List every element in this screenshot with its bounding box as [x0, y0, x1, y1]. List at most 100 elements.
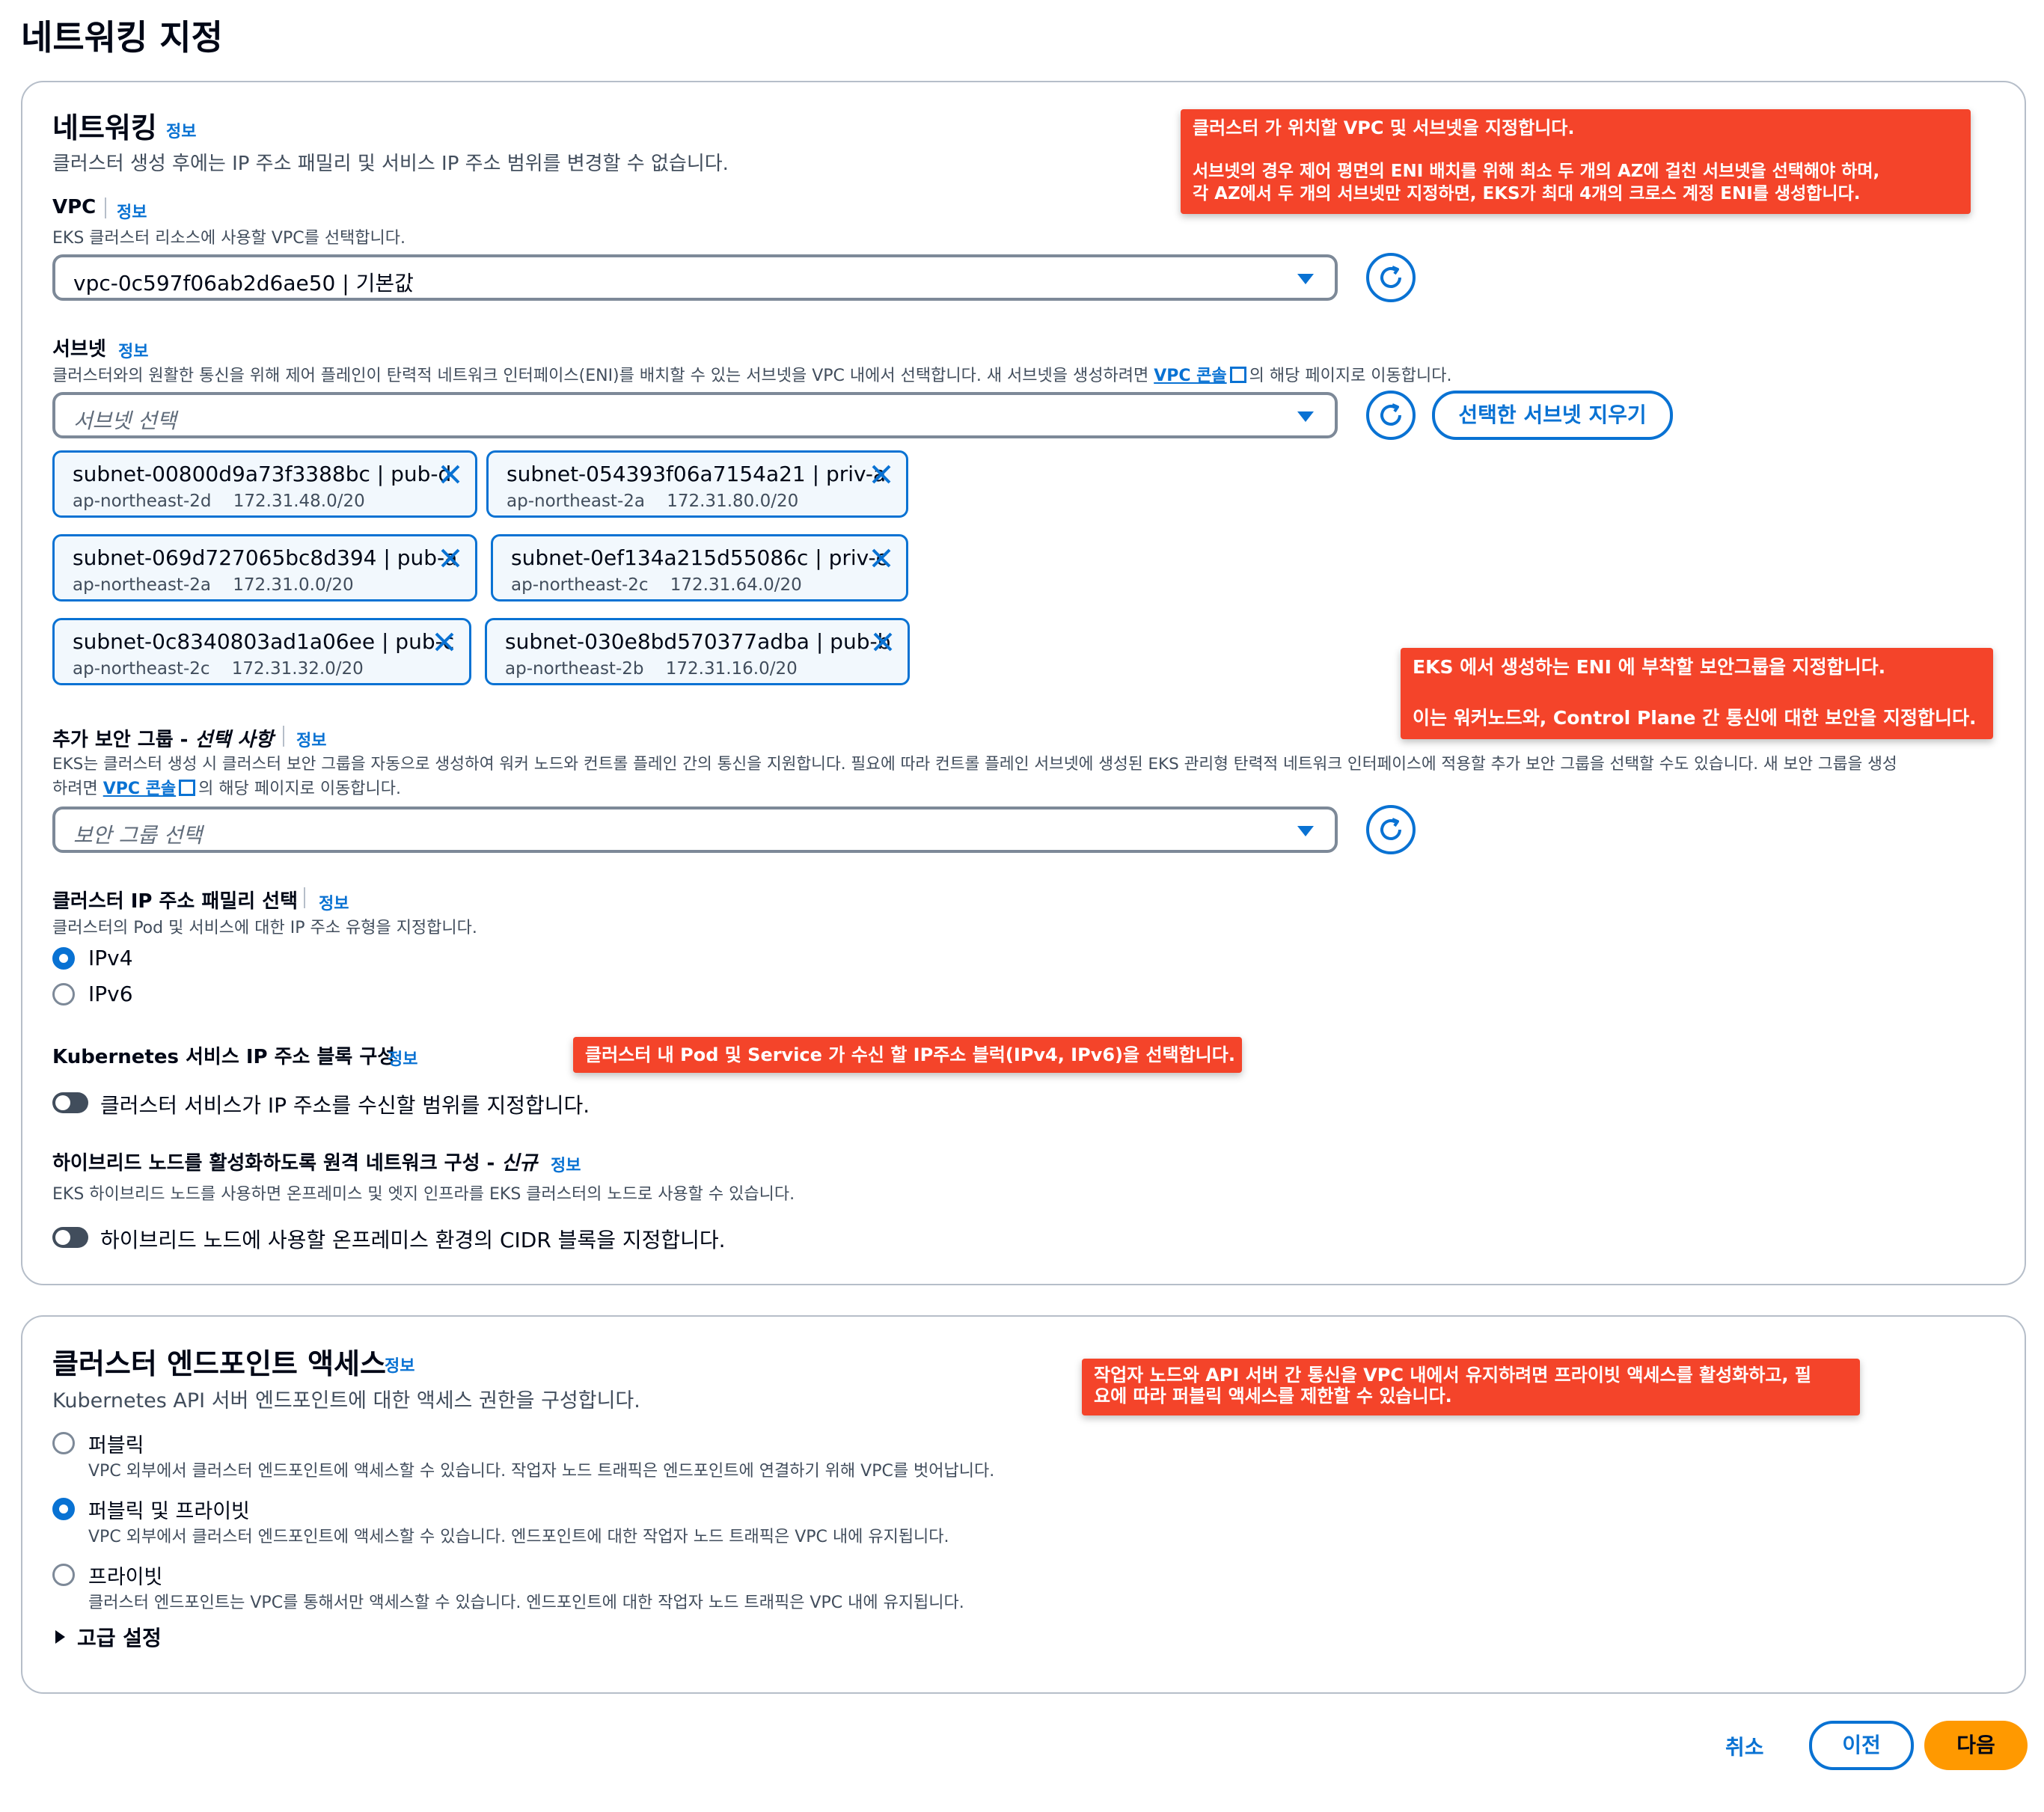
subnet-refresh-button[interactable]	[1366, 391, 1416, 440]
networking-heading: 네트워킹	[52, 111, 157, 144]
endpoint-private-radio[interactable]	[52, 1564, 75, 1586]
subnet-token-cidr: 172.31.16.0/20	[665, 659, 798, 679]
ip-family-label: 클러스터 IP 주소 패밀리 선택	[52, 890, 299, 913]
endpoint-public-description: VPC 외부에서 클러스터 엔드포인트에 액세스할 수 있습니다. 작업자 노드…	[88, 1462, 995, 1481]
external-link-icon	[179, 780, 196, 796]
subnet-token-meta: ap-northeast-2a 172.31.80.0/20	[507, 492, 798, 511]
subnet-description-tail: 의 해당 페이지로 이동합니다.	[1249, 367, 1452, 385]
refresh-icon	[1380, 818, 1401, 840]
vpc-description: EKS 클러스터 리소스에 사용할 VPC를 선택합니다.	[52, 229, 406, 248]
endpoint-description: Kubernetes API 서버 엔드포인트에 대한 액세스 권한을 구성합니…	[52, 1389, 640, 1412]
ipv4-label[interactable]: IPv4	[88, 946, 133, 970]
cancel-button[interactable]: 취소	[1725, 1731, 1764, 1761]
security-group-vpc-console-link[interactable]: VPC 콘솔	[103, 780, 176, 798]
endpoint-callout-line1: 작업자 노드와 API 서버 간 통신을 VPC 내에서 유지하려면 프라이빗 …	[1094, 1365, 1811, 1386]
endpoint-private-label[interactable]: 프라이빗	[88, 1561, 162, 1590]
subnet-token-cidr: 172.31.80.0/20	[667, 492, 799, 511]
next-button[interactable]: 다음	[1924, 1721, 2028, 1770]
service-ip-label: Kubernetes 서비스 IP 주소 블록 구성	[52, 1046, 396, 1068]
ip-family-label-separator	[304, 887, 305, 908]
subnet-token-meta: ap-northeast-2c 172.31.64.0/20	[511, 575, 802, 595]
security-group-description-line1: EKS는 클러스터 생성 시 클러스터 보안 그룹을 자동으로 생성하여 워커 …	[52, 755, 1897, 774]
page-title: 네트워킹 지정	[21, 17, 223, 58]
security-group-callout: EKS 에서 생성하는 ENI 에 부착할 보안그룹을 지정합니다. 이는 워커…	[1401, 648, 1993, 739]
close-icon[interactable]	[870, 463, 893, 486]
subnet-token-meta: ap-northeast-2d 172.31.48.0/20	[73, 492, 365, 511]
subnet-token: subnet-0ef134a215d55086c | priv-c ap-nor…	[491, 534, 908, 602]
external-link-icon	[1229, 367, 1246, 383]
ipv6-label[interactable]: IPv6	[88, 982, 133, 1006]
advanced-settings-label: 고급 설정	[77, 1626, 162, 1650]
close-icon[interactable]	[870, 547, 893, 569]
close-icon[interactable]	[872, 631, 894, 653]
security-group-info-link[interactable]: 정보	[296, 727, 326, 751]
service-ip-toggle-label: 클러스터 서비스가 IP 주소를 수신할 범위를 지정합니다.	[100, 1093, 590, 1118]
close-icon[interactable]	[439, 547, 462, 569]
subnet-token-cidr: 172.31.32.0/20	[231, 659, 364, 679]
subnet-info-link[interactable]: 정보	[118, 338, 148, 362]
refresh-icon	[1380, 266, 1401, 288]
subnet-token: subnet-0c8340803ad1a06ee | pub-c ap-nort…	[52, 618, 471, 685]
endpoint-callout-line2: 요에 따라 퍼블릭 액세스를 제한할 수 있습니다.	[1094, 1386, 1452, 1407]
vpc-refresh-button[interactable]	[1366, 253, 1416, 302]
endpoint-heading: 클러스터 엔드포인트 액세스	[52, 1347, 386, 1380]
endpoint-public-private-description: VPC 외부에서 클러스터 엔드포인트에 액세스할 수 있습니다. 엔드포인트에…	[88, 1528, 949, 1546]
subnet-token-az: ap-northeast-2a	[73, 575, 211, 595]
security-group-select-placeholder: 보안 그룹 선택	[73, 823, 203, 848]
subnet-token-az: ap-northeast-2c	[73, 659, 210, 679]
security-group-description-tail: 의 해당 페이지로 이동합니다.	[198, 780, 402, 798]
endpoint-public-radio[interactable]	[52, 1432, 75, 1454]
subnet-token-az: ap-northeast-2b	[505, 659, 644, 679]
caret-right-icon	[55, 1630, 65, 1644]
subnet-token-name: subnet-0ef134a215d55086c | priv-c	[511, 545, 887, 570]
ip-family-callout-text: 클러스터 내 Pod 및 Service 가 수신 할 IP주소 블럭(IPv4…	[585, 1044, 1235, 1065]
subnet-token: subnet-00800d9a73f3388bc | pub-d ap-nort…	[52, 450, 477, 518]
vpc-label-separator	[105, 198, 106, 218]
hybrid-label: 하이브리드 노드를 활성화하도록 원격 네트워크 구성 - 신규	[52, 1148, 537, 1175]
security-group-select[interactable]: 보안 그룹 선택	[52, 806, 1338, 853]
subnet-vpc-console-link[interactable]: VPC 콘솔	[1154, 367, 1226, 385]
hybrid-label-new: 신규	[501, 1152, 538, 1175]
vpc-subnet-callout: 클러스터 가 위치할 VPC 및 서브넷을 지정합니다. 서브넷의 경우 제어 …	[1181, 109, 1971, 214]
vpc-select[interactable]: vpc-0c597f06ab2d6ae50 | 기본값	[52, 254, 1338, 301]
endpoint-info-link[interactable]: 정보	[385, 1353, 414, 1377]
security-group-description-text: 하려면	[52, 780, 103, 798]
endpoint-callout: 작업자 노드와 API 서버 간 통신을 VPC 내에서 유지하려면 프라이빗 …	[1082, 1359, 1860, 1415]
hybrid-toggle-label: 하이브리드 노드에 사용할 온프레미스 환경의 CIDR 블록을 지정합니다.	[100, 1228, 726, 1252]
previous-button[interactable]: 이전	[1809, 1721, 1914, 1770]
subnet-token: subnet-069d727065bc8d394 | pub-a ap-nort…	[52, 534, 477, 602]
endpoint-public-private-radio[interactable]	[52, 1498, 75, 1520]
close-icon[interactable]	[439, 463, 462, 486]
endpoint-public-private-label[interactable]: 퍼블릭 및 프라이빗	[88, 1495, 250, 1524]
caret-down-icon	[1297, 274, 1314, 284]
ip-family-info-link[interactable]: 정보	[319, 890, 349, 914]
subnet-token-cidr: 172.31.64.0/20	[670, 575, 802, 595]
clear-subnets-button[interactable]: 선택한 서브넷 지우기	[1432, 391, 1673, 440]
networking-info-link[interactable]: 정보	[166, 118, 196, 142]
caret-down-icon	[1297, 826, 1314, 836]
vpc-select-value: vpc-0c597f06ab2d6ae50 | 기본값	[73, 271, 414, 296]
vpc-subnet-callout-line1: 클러스터 가 위치할 VPC 및 서브넷을 지정합니다.	[1193, 117, 1575, 138]
service-ip-info-link[interactable]: 정보	[388, 1046, 417, 1070]
ipv4-radio[interactable]	[52, 947, 75, 970]
hybrid-description: EKS 하이브리드 노드를 사용하면 온프레미스 및 엣지 인프라를 EKS 클…	[52, 1185, 795, 1204]
ipv6-radio[interactable]	[52, 983, 75, 1006]
subnet-token-name: subnet-054393f06a7154a21 | priv-a	[507, 462, 887, 486]
endpoint-public-label[interactable]: 퍼블릭	[88, 1429, 144, 1458]
caret-down-icon	[1297, 411, 1314, 422]
subnet-token-name: subnet-00800d9a73f3388bc | pub-d	[73, 462, 452, 486]
subnet-label: 서브넷	[52, 338, 106, 361]
vpc-label: VPC	[52, 196, 97, 218]
vpc-info-link[interactable]: 정보	[117, 199, 147, 223]
hybrid-info-link[interactable]: 정보	[551, 1152, 581, 1176]
subnet-select[interactable]: 서브넷 선택	[52, 392, 1338, 438]
close-icon[interactable]	[433, 631, 456, 653]
security-group-refresh-button[interactable]	[1366, 805, 1416, 854]
ip-family-description: 클러스터의 Pod 및 서비스에 대한 IP 주소 유형을 지정합니다.	[52, 919, 477, 937]
service-ip-toggle[interactable]	[52, 1092, 88, 1113]
advanced-settings-expander[interactable]: 고급 설정	[55, 1622, 162, 1652]
subnet-token-az: ap-northeast-2d	[73, 492, 212, 511]
security-group-label-text: 추가 보안 그룹 -	[52, 729, 195, 751]
hybrid-toggle[interactable]	[52, 1227, 88, 1248]
subnet-select-placeholder: 서브넷 선택	[73, 408, 177, 433]
